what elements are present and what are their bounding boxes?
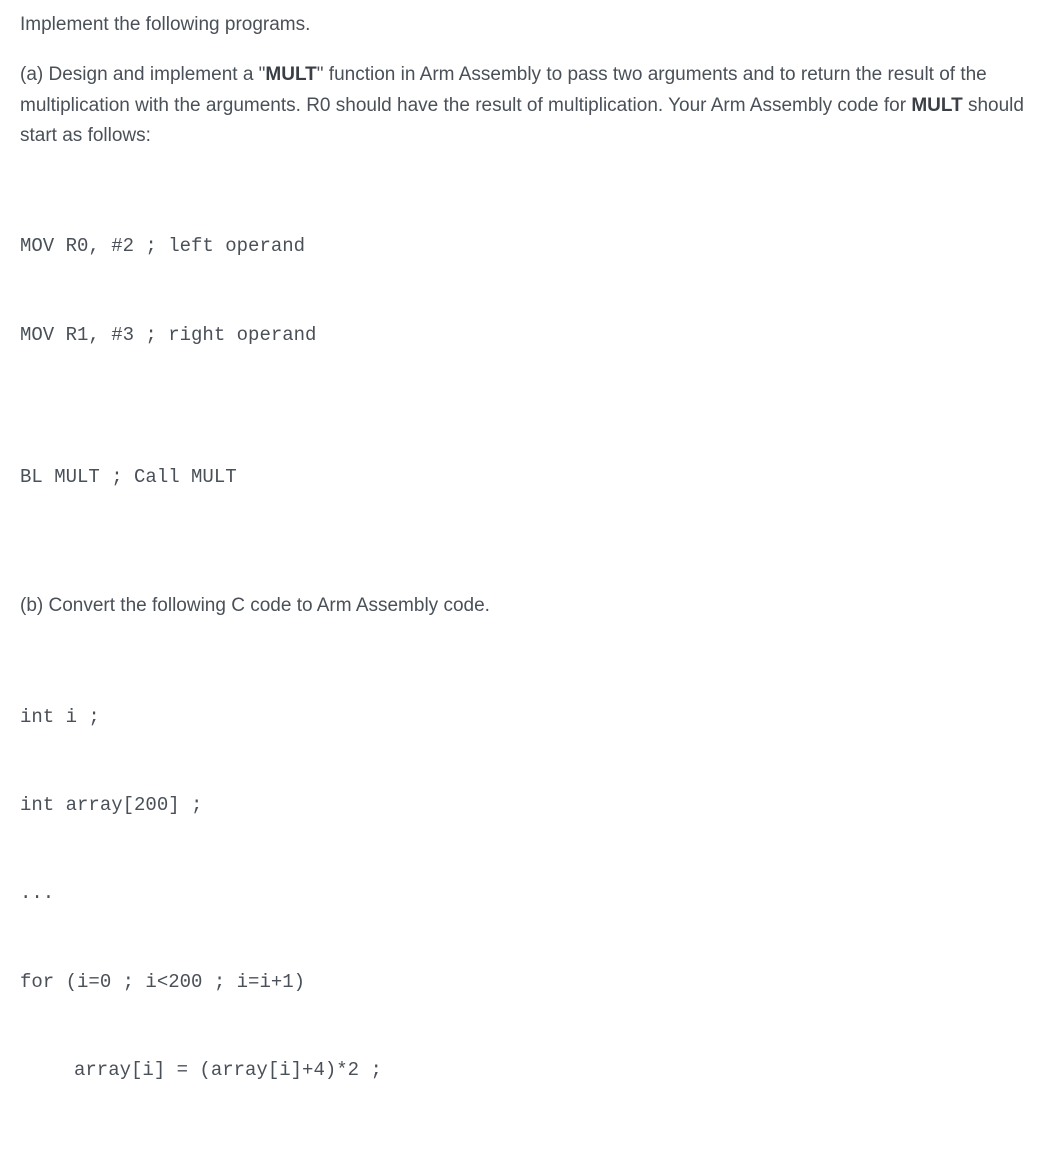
code-a1-line2: MOV R1, #3 ; right operand [20, 321, 1025, 350]
part-a-bold1: MULT [265, 64, 316, 85]
part-b-description: (b) Convert the following C code to Arm … [20, 591, 1025, 621]
code-b-line1: int i ; [20, 703, 1025, 732]
code-a2-line1: BL MULT ; Call MULT [20, 463, 1025, 492]
part-a-prefix: (a) Design and implement a " [20, 64, 265, 85]
code-b-line5: array[i] = (array[i]+4)*2 ; [20, 1056, 1025, 1085]
code-b-line3: ... [20, 879, 1025, 908]
code-block-a2: BL MULT ; Call MULT [20, 404, 1025, 522]
code-block-b: int i ; int array[200] ; ... for (i=0 ; … [20, 644, 1025, 1115]
code-a1-line1: MOV R0, #2 ; left operand [20, 232, 1025, 261]
code-block-a1: MOV R0, #2 ; left operand MOV R1, #3 ; r… [20, 174, 1025, 380]
part-a-bold2: MULT [911, 95, 962, 116]
intro-text: Implement the following programs. [20, 10, 1025, 40]
part-a-description: (a) Design and implement a "MULT" functi… [20, 60, 1025, 151]
intro-content: Implement the following programs. [20, 14, 310, 35]
part-b-content: (b) Convert the following C code to Arm … [20, 595, 490, 616]
code-b-line2: int array[200] ; [20, 791, 1025, 820]
code-b-line4: for (i=0 ; i<200 ; i=i+1) [20, 968, 1025, 997]
